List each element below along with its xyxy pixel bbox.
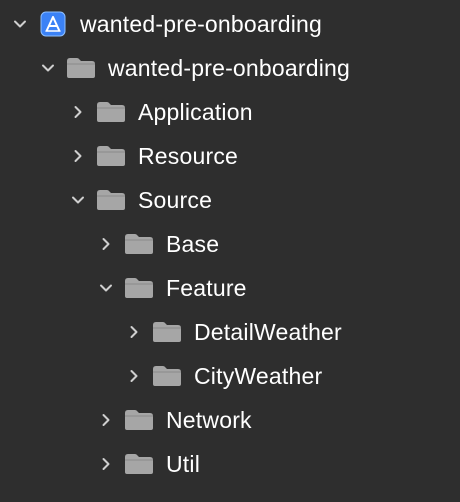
group-root-label: wanted-pre-onboarding — [108, 54, 351, 81]
folder-icon — [66, 56, 96, 80]
group-source-label: Source — [138, 186, 213, 213]
group-base-label: Base — [166, 230, 220, 257]
tree-row-util[interactable]: Util — [0, 442, 460, 486]
tree-row-project[interactable]: wanted-pre-onboarding — [0, 2, 460, 46]
folder-icon — [96, 144, 126, 168]
project-label: wanted-pre-onboarding — [80, 10, 323, 37]
group-application-label: Application — [138, 98, 253, 125]
group-util-label: Util — [166, 450, 201, 477]
tree-row-application[interactable]: Application — [0, 90, 460, 134]
folder-icon — [152, 320, 182, 344]
folder-icon — [96, 188, 126, 212]
chevron-down-icon[interactable] — [12, 16, 28, 32]
tree-row-detailweather[interactable]: DetailWeather — [0, 310, 460, 354]
tree-row-network[interactable]: Network — [0, 398, 460, 442]
folder-icon — [124, 232, 154, 256]
folder-icon — [124, 452, 154, 476]
chevron-right-icon[interactable] — [126, 368, 142, 384]
chevron-right-icon[interactable] — [98, 412, 114, 428]
group-network-label: Network — [166, 406, 252, 433]
chevron-right-icon[interactable] — [70, 104, 86, 120]
chevron-right-icon[interactable] — [98, 456, 114, 472]
chevron-down-icon[interactable] — [98, 280, 114, 296]
chevron-right-icon[interactable] — [126, 324, 142, 340]
tree-row-feature[interactable]: Feature — [0, 266, 460, 310]
tree-row-cityweather[interactable]: CityWeather — [0, 354, 460, 398]
folder-icon — [124, 408, 154, 432]
chevron-down-icon[interactable] — [70, 192, 86, 208]
chevron-down-icon[interactable] — [40, 60, 56, 76]
folder-icon — [124, 276, 154, 300]
group-cityweather-label: CityWeather — [194, 362, 323, 389]
group-resource-label: Resource — [138, 142, 239, 169]
folder-icon — [96, 100, 126, 124]
xcode-project-icon — [38, 11, 68, 37]
group-detailweather-label: DetailWeather — [194, 318, 342, 345]
tree-row-resource[interactable]: Resource — [0, 134, 460, 178]
chevron-right-icon[interactable] — [70, 148, 86, 164]
group-feature-label: Feature — [166, 274, 247, 301]
chevron-right-icon[interactable] — [98, 236, 114, 252]
tree-row-source[interactable]: Source — [0, 178, 460, 222]
tree-row-base[interactable]: Base — [0, 222, 460, 266]
tree-row-group-root[interactable]: wanted-pre-onboarding — [0, 46, 460, 90]
folder-icon — [152, 364, 182, 388]
project-navigator: wanted-pre-onboarding wanted-pre-onboard… — [0, 0, 460, 502]
